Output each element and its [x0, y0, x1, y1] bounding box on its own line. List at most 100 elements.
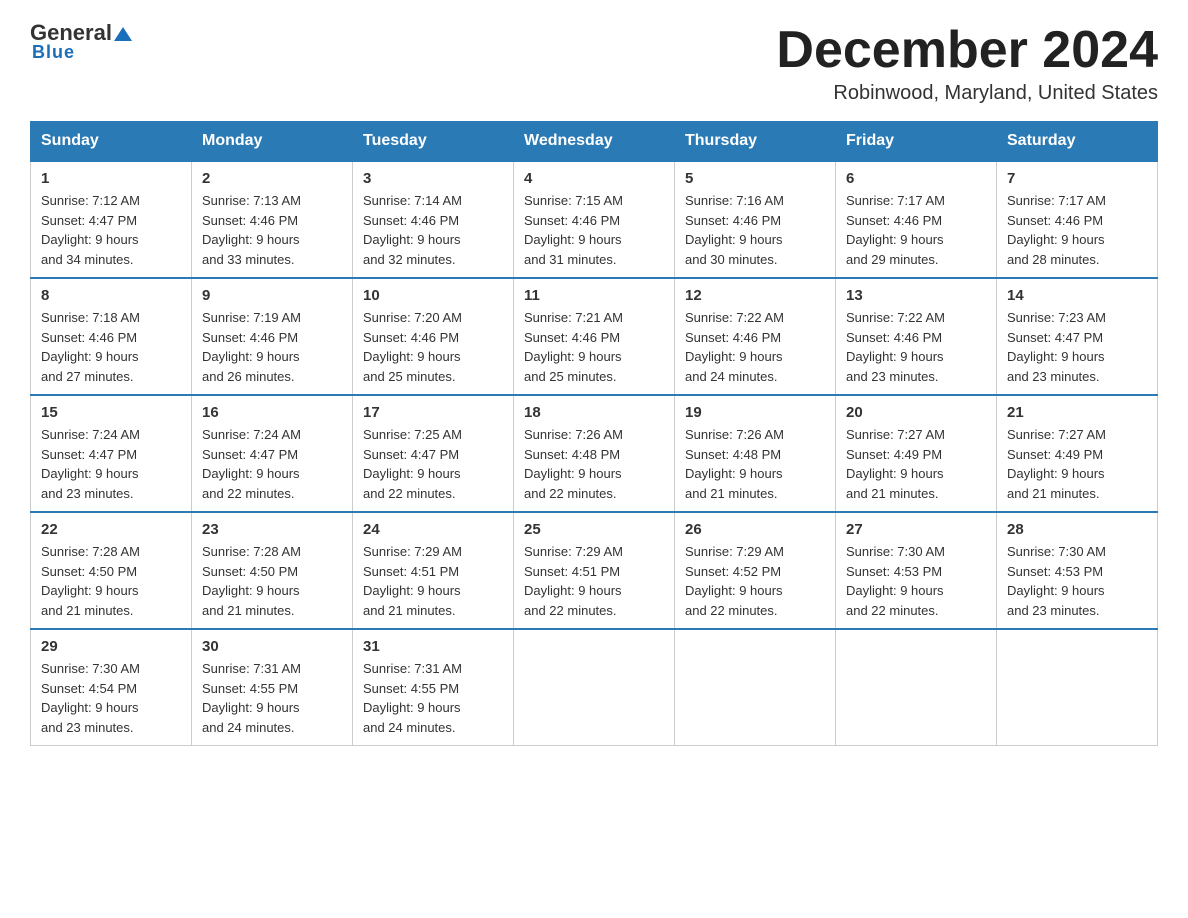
day-info: Sunrise: 7:23 AM Sunset: 4:47 PM Dayligh…	[1007, 308, 1147, 386]
calendar-cell: 22 Sunrise: 7:28 AM Sunset: 4:50 PM Dayl…	[31, 512, 192, 629]
calendar-cell: 28 Sunrise: 7:30 AM Sunset: 4:53 PM Dayl…	[997, 512, 1158, 629]
day-number: 9	[202, 287, 342, 304]
day-number: 8	[41, 287, 181, 304]
calendar-cell: 26 Sunrise: 7:29 AM Sunset: 4:52 PM Dayl…	[675, 512, 836, 629]
calendar-week-row: 1 Sunrise: 7:12 AM Sunset: 4:47 PM Dayli…	[31, 161, 1158, 278]
day-number: 27	[846, 521, 986, 538]
day-info: Sunrise: 7:24 AM Sunset: 4:47 PM Dayligh…	[41, 425, 181, 503]
day-number: 4	[524, 170, 664, 187]
day-number: 21	[1007, 404, 1147, 421]
calendar-cell: 10 Sunrise: 7:20 AM Sunset: 4:46 PM Dayl…	[353, 278, 514, 395]
day-number: 15	[41, 404, 181, 421]
logo-triangle-icon	[114, 25, 132, 43]
day-info: Sunrise: 7:28 AM Sunset: 4:50 PM Dayligh…	[41, 542, 181, 620]
day-number: 12	[685, 287, 825, 304]
day-number: 24	[363, 521, 503, 538]
day-header-tuesday: Tuesday	[353, 122, 514, 162]
logo-blue-text: Blue	[32, 42, 75, 63]
day-info: Sunrise: 7:28 AM Sunset: 4:50 PM Dayligh…	[202, 542, 342, 620]
day-header-thursday: Thursday	[675, 122, 836, 162]
day-number: 14	[1007, 287, 1147, 304]
day-number: 3	[363, 170, 503, 187]
calendar-cell: 15 Sunrise: 7:24 AM Sunset: 4:47 PM Dayl…	[31, 395, 192, 512]
day-info: Sunrise: 7:22 AM Sunset: 4:46 PM Dayligh…	[685, 308, 825, 386]
month-title: December 2024	[776, 20, 1158, 80]
day-info: Sunrise: 7:16 AM Sunset: 4:46 PM Dayligh…	[685, 191, 825, 269]
day-info: Sunrise: 7:30 AM Sunset: 4:53 PM Dayligh…	[1007, 542, 1147, 620]
day-number: 23	[202, 521, 342, 538]
calendar-cell: 12 Sunrise: 7:22 AM Sunset: 4:46 PM Dayl…	[675, 278, 836, 395]
calendar-table: SundayMondayTuesdayWednesdayThursdayFrid…	[30, 121, 1158, 746]
day-info: Sunrise: 7:13 AM Sunset: 4:46 PM Dayligh…	[202, 191, 342, 269]
calendar-header-row: SundayMondayTuesdayWednesdayThursdayFrid…	[31, 122, 1158, 162]
day-info: Sunrise: 7:17 AM Sunset: 4:46 PM Dayligh…	[846, 191, 986, 269]
day-info: Sunrise: 7:30 AM Sunset: 4:53 PM Dayligh…	[846, 542, 986, 620]
calendar-week-row: 15 Sunrise: 7:24 AM Sunset: 4:47 PM Dayl…	[31, 395, 1158, 512]
day-info: Sunrise: 7:15 AM Sunset: 4:46 PM Dayligh…	[524, 191, 664, 269]
calendar-cell: 6 Sunrise: 7:17 AM Sunset: 4:46 PM Dayli…	[836, 161, 997, 278]
day-info: Sunrise: 7:21 AM Sunset: 4:46 PM Dayligh…	[524, 308, 664, 386]
calendar-cell	[997, 629, 1158, 746]
calendar-cell: 5 Sunrise: 7:16 AM Sunset: 4:46 PM Dayli…	[675, 161, 836, 278]
calendar-cell: 31 Sunrise: 7:31 AM Sunset: 4:55 PM Dayl…	[353, 629, 514, 746]
calendar-cell: 4 Sunrise: 7:15 AM Sunset: 4:46 PM Dayli…	[514, 161, 675, 278]
day-number: 16	[202, 404, 342, 421]
day-header-saturday: Saturday	[997, 122, 1158, 162]
day-header-wednesday: Wednesday	[514, 122, 675, 162]
calendar-week-row: 29 Sunrise: 7:30 AM Sunset: 4:54 PM Dayl…	[31, 629, 1158, 746]
location-title: Robinwood, Maryland, United States	[776, 82, 1158, 105]
day-header-friday: Friday	[836, 122, 997, 162]
day-number: 6	[846, 170, 986, 187]
calendar-week-row: 22 Sunrise: 7:28 AM Sunset: 4:50 PM Dayl…	[31, 512, 1158, 629]
calendar-week-row: 8 Sunrise: 7:18 AM Sunset: 4:46 PM Dayli…	[31, 278, 1158, 395]
day-number: 30	[202, 638, 342, 655]
day-info: Sunrise: 7:30 AM Sunset: 4:54 PM Dayligh…	[41, 659, 181, 737]
day-info: Sunrise: 7:25 AM Sunset: 4:47 PM Dayligh…	[363, 425, 503, 503]
day-header-monday: Monday	[192, 122, 353, 162]
day-info: Sunrise: 7:27 AM Sunset: 4:49 PM Dayligh…	[1007, 425, 1147, 503]
day-info: Sunrise: 7:22 AM Sunset: 4:46 PM Dayligh…	[846, 308, 986, 386]
calendar-cell: 17 Sunrise: 7:25 AM Sunset: 4:47 PM Dayl…	[353, 395, 514, 512]
calendar-cell: 11 Sunrise: 7:21 AM Sunset: 4:46 PM Dayl…	[514, 278, 675, 395]
day-number: 31	[363, 638, 503, 655]
day-info: Sunrise: 7:26 AM Sunset: 4:48 PM Dayligh…	[524, 425, 664, 503]
calendar-cell: 19 Sunrise: 7:26 AM Sunset: 4:48 PM Dayl…	[675, 395, 836, 512]
day-info: Sunrise: 7:29 AM Sunset: 4:51 PM Dayligh…	[524, 542, 664, 620]
day-info: Sunrise: 7:24 AM Sunset: 4:47 PM Dayligh…	[202, 425, 342, 503]
calendar-cell	[836, 629, 997, 746]
calendar-cell: 27 Sunrise: 7:30 AM Sunset: 4:53 PM Dayl…	[836, 512, 997, 629]
day-number: 11	[524, 287, 664, 304]
calendar-cell	[675, 629, 836, 746]
calendar-cell: 18 Sunrise: 7:26 AM Sunset: 4:48 PM Dayl…	[514, 395, 675, 512]
day-info: Sunrise: 7:29 AM Sunset: 4:52 PM Dayligh…	[685, 542, 825, 620]
day-number: 2	[202, 170, 342, 187]
day-info: Sunrise: 7:29 AM Sunset: 4:51 PM Dayligh…	[363, 542, 503, 620]
calendar-cell: 24 Sunrise: 7:29 AM Sunset: 4:51 PM Dayl…	[353, 512, 514, 629]
calendar-cell: 21 Sunrise: 7:27 AM Sunset: 4:49 PM Dayl…	[997, 395, 1158, 512]
calendar-cell: 30 Sunrise: 7:31 AM Sunset: 4:55 PM Dayl…	[192, 629, 353, 746]
day-number: 1	[41, 170, 181, 187]
day-info: Sunrise: 7:17 AM Sunset: 4:46 PM Dayligh…	[1007, 191, 1147, 269]
day-info: Sunrise: 7:31 AM Sunset: 4:55 PM Dayligh…	[363, 659, 503, 737]
day-info: Sunrise: 7:19 AM Sunset: 4:46 PM Dayligh…	[202, 308, 342, 386]
calendar-cell: 14 Sunrise: 7:23 AM Sunset: 4:47 PM Dayl…	[997, 278, 1158, 395]
day-info: Sunrise: 7:18 AM Sunset: 4:46 PM Dayligh…	[41, 308, 181, 386]
day-number: 5	[685, 170, 825, 187]
calendar-cell: 16 Sunrise: 7:24 AM Sunset: 4:47 PM Dayl…	[192, 395, 353, 512]
day-number: 25	[524, 521, 664, 538]
calendar-cell: 3 Sunrise: 7:14 AM Sunset: 4:46 PM Dayli…	[353, 161, 514, 278]
logo: General Blue	[30, 20, 133, 63]
calendar-cell: 1 Sunrise: 7:12 AM Sunset: 4:47 PM Dayli…	[31, 161, 192, 278]
calendar-cell: 2 Sunrise: 7:13 AM Sunset: 4:46 PM Dayli…	[192, 161, 353, 278]
calendar-cell: 9 Sunrise: 7:19 AM Sunset: 4:46 PM Dayli…	[192, 278, 353, 395]
day-info: Sunrise: 7:20 AM Sunset: 4:46 PM Dayligh…	[363, 308, 503, 386]
title-block: December 2024 Robinwood, Maryland, Unite…	[776, 20, 1158, 105]
page-header: General Blue December 2024 Robinwood, Ma…	[30, 20, 1158, 105]
calendar-cell	[514, 629, 675, 746]
day-info: Sunrise: 7:31 AM Sunset: 4:55 PM Dayligh…	[202, 659, 342, 737]
day-info: Sunrise: 7:14 AM Sunset: 4:46 PM Dayligh…	[363, 191, 503, 269]
calendar-cell: 13 Sunrise: 7:22 AM Sunset: 4:46 PM Dayl…	[836, 278, 997, 395]
calendar-cell: 25 Sunrise: 7:29 AM Sunset: 4:51 PM Dayl…	[514, 512, 675, 629]
day-info: Sunrise: 7:26 AM Sunset: 4:48 PM Dayligh…	[685, 425, 825, 503]
calendar-cell: 7 Sunrise: 7:17 AM Sunset: 4:46 PM Dayli…	[997, 161, 1158, 278]
